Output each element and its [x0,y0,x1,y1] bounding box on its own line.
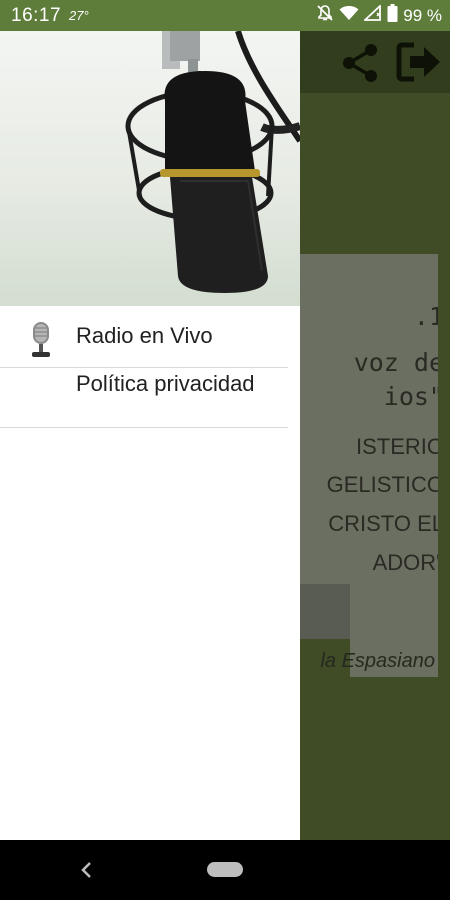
drawer-item-label: Política privacidad [76,371,255,396]
status-bar: 16:17 27° 99 % [0,0,450,31]
drawer-item-label: Radio en Vivo [76,323,213,348]
back-button[interactable] [78,860,94,885]
signal-icon [362,3,382,26]
microphone-icon [30,322,52,364]
home-button[interactable] [207,862,243,877]
drawer-item-politica-privacidad[interactable]: Política privacidad [0,369,288,427]
card-line: CRISTO EL [328,511,438,536]
card-line: ios" [383,382,438,411]
app-toolbar [300,31,450,93]
drawer-item-radio-en-vivo[interactable]: Radio en Vivo [0,306,288,368]
drawer-header-image [0,31,300,306]
microphone-photo [125,31,300,293]
card-image-strip [300,584,350,639]
status-temperature: 27° [69,8,89,23]
divider [0,427,288,428]
program-card: .1 voz de ios" ISTERIO GELISTICO CRISTO … [300,254,438,584]
card-line: voz de [353,348,438,377]
wifi-icon [339,5,359,26]
card-line: GELISTICO [326,472,438,497]
card-line: ISTERIO [355,434,438,459]
status-time: 16:17 [11,4,62,26]
divider [0,367,288,368]
card-line: ADOR" [372,550,438,575]
system-nav-bar [0,840,450,900]
card-line: .1 [413,302,438,331]
share-icon[interactable] [338,41,382,90]
battery-percent: 99 % [403,5,442,25]
battery-icon [387,4,398,27]
navigation-drawer: Radio en Vivo Política privacidad [0,31,300,840]
mute-icon [316,4,334,27]
status-icons: 99 % [316,3,442,27]
author-text: la Espasiano [320,650,435,672]
exit-icon[interactable] [396,41,444,88]
